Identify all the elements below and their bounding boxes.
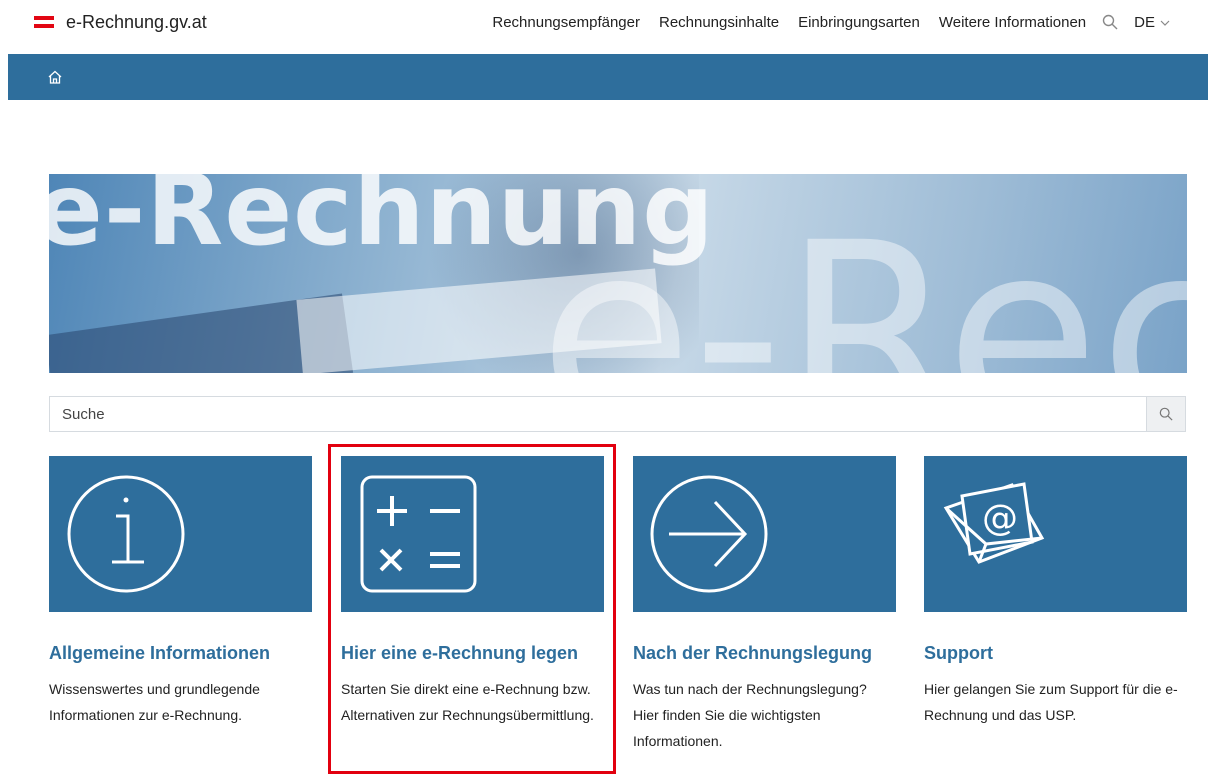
nav-item-weitere-informationen[interactable]: Weitere Informationen <box>939 14 1086 31</box>
home-icon[interactable] <box>47 69 63 85</box>
austria-flag-icon <box>34 16 54 28</box>
nav-item-rechnungsempfaenger[interactable]: Rechnungsempfänger <box>492 14 640 31</box>
tile-title[interactable]: Nach der Rechnungslegung <box>633 642 896 664</box>
breadcrumb-bar <box>8 54 1208 100</box>
svg-text:@: @ <box>982 498 1018 539</box>
nav-item-rechnungsinhalte[interactable]: Rechnungsinhalte <box>659 14 779 31</box>
hero-title: e-Rechnung <box>49 174 715 268</box>
nav-item-einbringungsarten[interactable]: Einbringungsarten <box>798 14 920 31</box>
arrow-right-circle-icon <box>650 475 768 593</box>
tile-image[interactable] <box>633 456 896 612</box>
tile-nach-der-rechnungslegung[interactable]: Nach der Rechnungslegung Was tun nach de… <box>633 456 896 754</box>
site-header: e-Rechnung.gv.at Rechnungsempfänger Rech… <box>0 0 1208 50</box>
tile-image[interactable]: @ <box>924 456 1187 612</box>
main-navigation: Rechnungsempfänger Rechnungsinhalte Einb… <box>473 8 1170 36</box>
search-button[interactable] <box>1146 397 1185 431</box>
search-input[interactable] <box>50 397 1146 431</box>
search-icon <box>1159 407 1173 421</box>
hero-banner: e-Rec e-Rechnung <box>49 174 1187 373</box>
search-bar <box>49 396 1186 432</box>
tile-title[interactable]: Support <box>924 642 1187 664</box>
language-selector[interactable]: DE <box>1134 14 1170 31</box>
email-envelope-icon: @ <box>943 482 1045 564</box>
chevron-down-icon <box>1160 14 1170 31</box>
tile-description: Wissenswertes und grundlegende Informati… <box>49 681 260 723</box>
site-logo[interactable]: e-Rechnung.gv.at <box>34 8 207 36</box>
language-label: DE <box>1134 13 1155 31</box>
highlight-frame <box>328 444 616 774</box>
tile-image[interactable] <box>49 456 312 612</box>
info-icon <box>67 475 185 593</box>
tile-description: Hier gelangen Sie zum Support für die e-… <box>924 681 1178 723</box>
tile-allgemeine-informationen[interactable]: Allgemeine Informationen Wissenswertes u… <box>49 456 312 728</box>
search-icon[interactable] <box>1102 14 1118 30</box>
tile-description: Was tun nach der Rechnungslegung? Hier f… <box>633 681 867 749</box>
site-logo-text[interactable]: e-Rechnung.gv.at <box>66 12 207 33</box>
tile-title[interactable]: Allgemeine Informationen <box>49 642 312 664</box>
tile-support[interactable]: @ Support Hier gelangen Sie zum Support … <box>924 456 1187 728</box>
